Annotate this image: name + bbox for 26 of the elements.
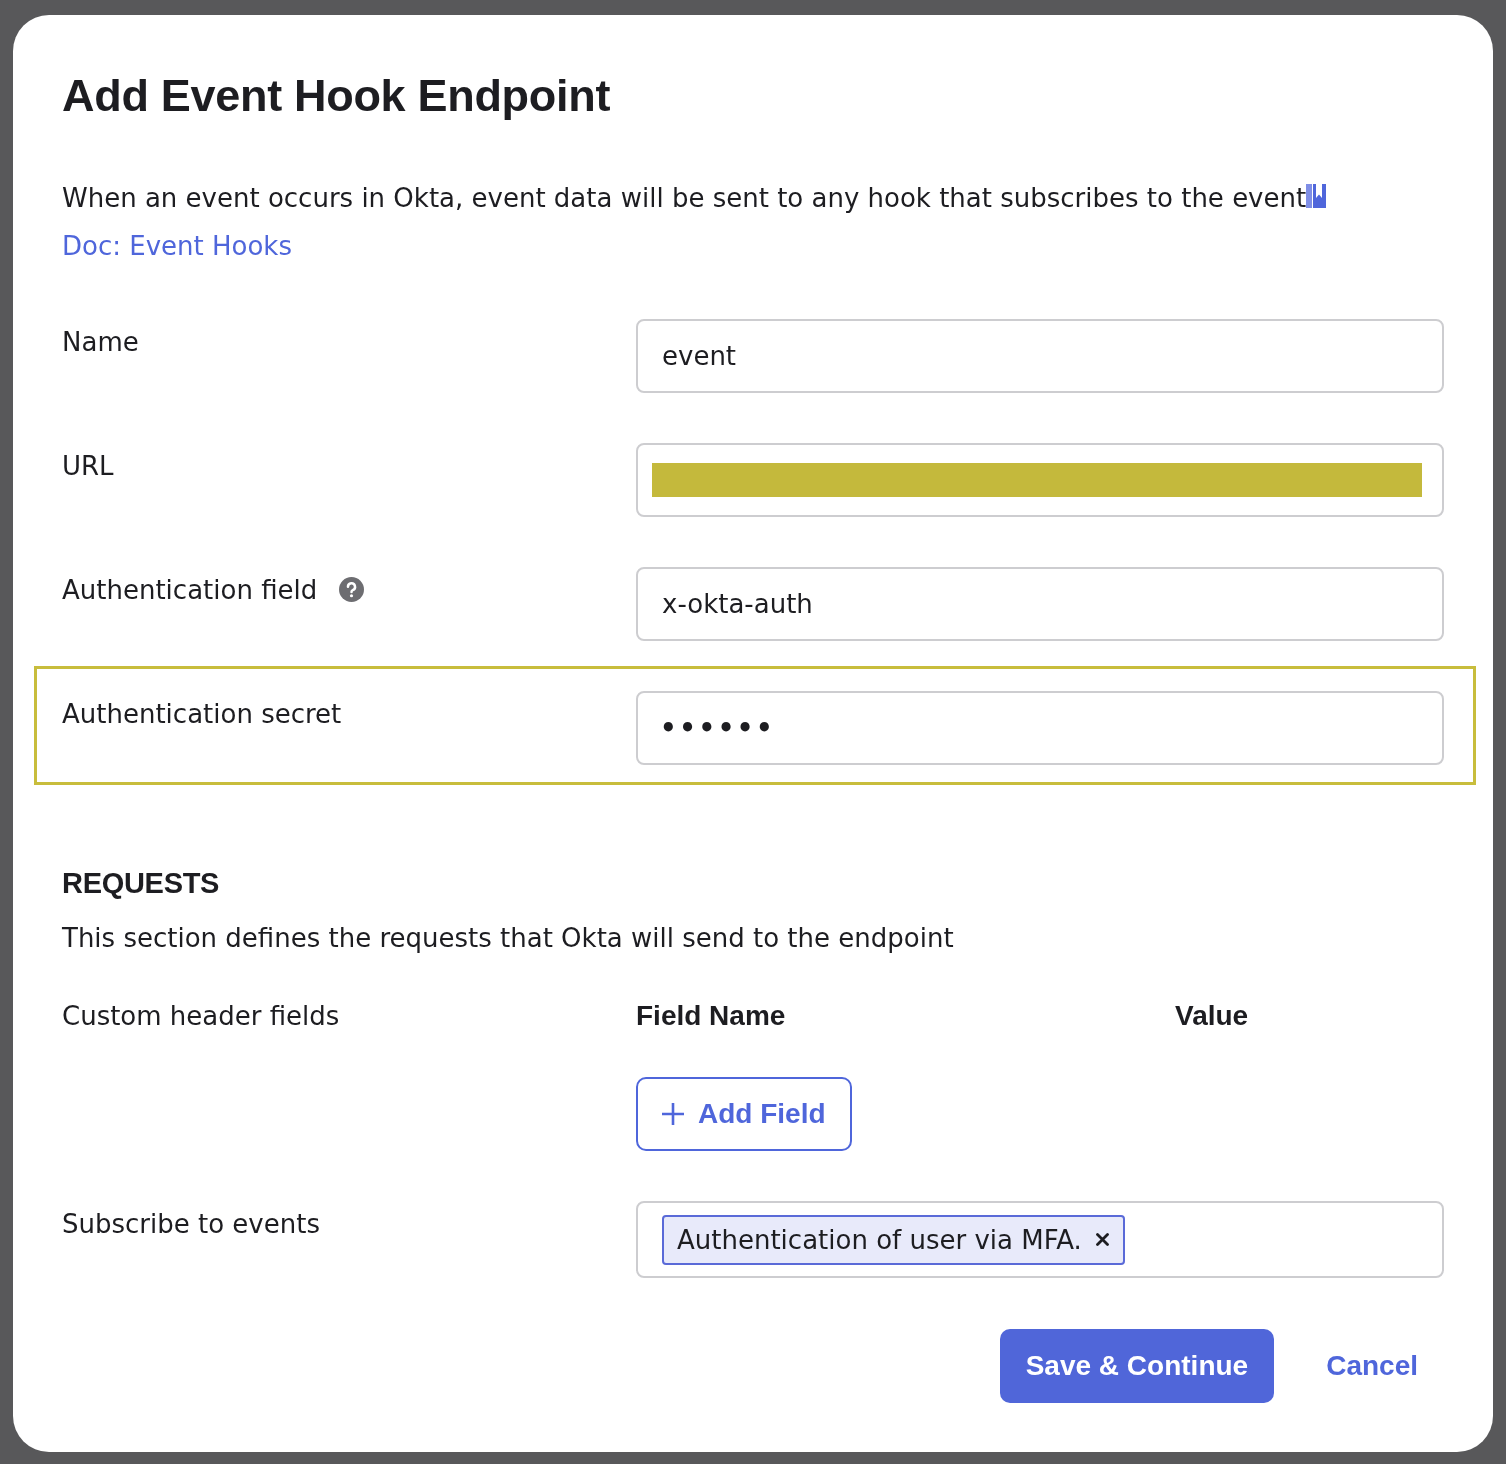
book-icon	[1306, 184, 1327, 208]
text-field[interactable]: x-okta-auth	[636, 567, 1444, 641]
dialog-title: Add Event Hook Endpoint	[62, 69, 612, 123]
field-label: Name	[62, 326, 139, 359]
save-button[interactable]: Save & Continue	[999, 1329, 1275, 1403]
event-tag[interactable]: Authentication of user via MFA.	[662, 1214, 1125, 1265]
plus-icon	[662, 1103, 684, 1125]
field-label: URL	[62, 450, 114, 483]
text-field[interactable]: event	[636, 319, 1444, 393]
close-icon[interactable]	[1095, 1233, 1109, 1246]
field-label: Authentication field	[62, 574, 318, 607]
column-header: Value	[1175, 999, 1250, 1033]
doc-link[interactable]: Doc: Event Hooks	[62, 231, 292, 261]
column-header: Field Name	[636, 999, 787, 1033]
add-field-button[interactable]: Add Field	[636, 1077, 852, 1151]
field-label: Authentication secret	[62, 698, 342, 731]
section-description: This section defines the requests that Okta will send to the endpoint	[62, 922, 955, 955]
section-heading: REQUESTS	[62, 866, 221, 901]
field-label: Custom header fields	[62, 1000, 341, 1033]
password-field[interactable]: ••••••	[636, 691, 1444, 765]
text-field[interactable]	[636, 443, 1444, 517]
cancel-button[interactable]: Cancel	[1300, 1329, 1444, 1403]
description-text: When an event occurs in Okta, event data will be sent to any hook that subscribes to the event	[62, 183, 1307, 213]
tag-input-field[interactable]: Authentication of user via MFA.	[636, 1201, 1444, 1278]
help-icon[interactable]	[339, 577, 365, 602]
field-label: Subscribe to events	[62, 1208, 320, 1241]
